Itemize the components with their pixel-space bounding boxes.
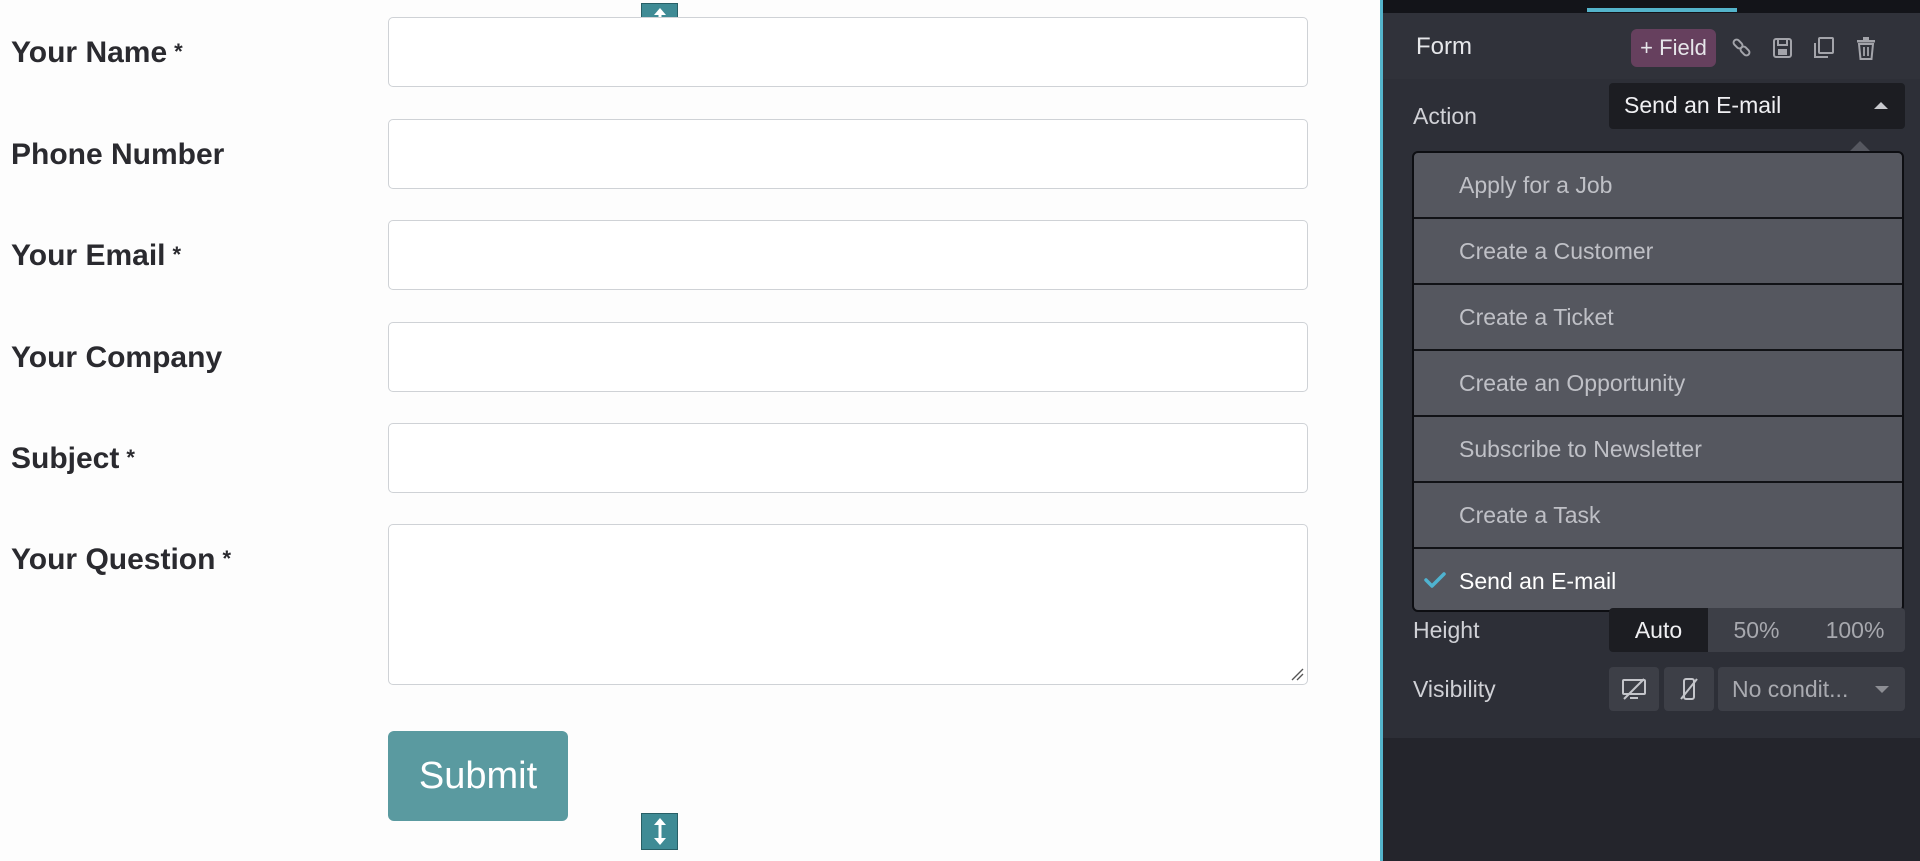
active-tab-indicator (1587, 8, 1737, 12)
visibility-condition-select[interactable]: No condit... (1718, 667, 1905, 711)
trash-icon[interactable] (1852, 35, 1880, 61)
company-input[interactable] (388, 322, 1308, 392)
action-label: Action (1413, 103, 1477, 129)
subject-input[interactable] (388, 423, 1308, 493)
section-title: Form (1416, 33, 1472, 60)
action-dropdown-menu: Apply for a Job Create a Customer Create… (1412, 151, 1904, 612)
field-label: Your Company (11, 341, 223, 374)
chevron-up-icon (1874, 102, 1888, 109)
required-asterisk: * (174, 39, 183, 64)
email-input[interactable] (388, 220, 1308, 290)
dropdown-option-create-an-opportunity[interactable]: Create an Opportunity (1414, 351, 1902, 417)
visibility-label: Visibility (1413, 676, 1496, 702)
vertical-resize-arrow-icon (653, 818, 666, 845)
height-option-100[interactable]: 100% (1805, 608, 1905, 652)
duplicate-icon[interactable] (1810, 35, 1838, 61)
dropdown-option-subscribe-to-newsletter[interactable]: Subscribe to Newsletter (1414, 417, 1902, 483)
save-icon[interactable] (1768, 35, 1796, 61)
field-label: Your Question * (11, 543, 232, 576)
required-asterisk: * (172, 242, 182, 267)
hide-on-desktop-button[interactable] (1609, 667, 1659, 711)
bottom-resize-handle[interactable] (641, 813, 678, 850)
editor-sidebar: Form + Field Action Send an E-mail Apply… (1380, 0, 1920, 861)
field-label: Subject * (11, 442, 135, 475)
visibility-condition-value: No condit... (1732, 676, 1849, 702)
sidebar-tab-strip (1383, 0, 1920, 13)
field-label: Your Email * (11, 239, 182, 272)
action-select[interactable]: Send an E-mail (1609, 83, 1905, 129)
phone-input[interactable] (388, 119, 1308, 189)
dropdown-option-create-a-task[interactable]: Create a Task (1414, 483, 1902, 549)
height-option-50[interactable]: 50% (1708, 608, 1805, 652)
form-section-header: Form + Field (1383, 13, 1920, 79)
checkmark-icon (1424, 572, 1446, 588)
dropdown-option-send-an-email[interactable]: Send an E-mail (1414, 549, 1902, 610)
height-option-auto[interactable]: Auto (1609, 608, 1708, 652)
dropdown-option-apply-for-a-job[interactable]: Apply for a Job (1414, 153, 1902, 219)
height-label: Height (1413, 617, 1480, 643)
hide-on-mobile-button[interactable] (1664, 667, 1714, 711)
submit-button[interactable]: Submit (388, 731, 568, 821)
dropdown-option-create-a-customer[interactable]: Create a Customer (1414, 219, 1902, 285)
desktop-hidden-icon (1622, 678, 1646, 700)
name-input[interactable] (388, 17, 1308, 87)
resize-grip-icon[interactable] (1290, 667, 1304, 681)
required-asterisk: * (126, 445, 135, 470)
form-canvas: Your Name * Phone Number Your Email * Your… (0, 0, 1380, 861)
question-textarea[interactable] (388, 524, 1308, 685)
required-asterisk: * (222, 546, 232, 571)
mobile-hidden-icon (1680, 678, 1698, 700)
field-label: Your Name * (11, 36, 183, 69)
dropdown-option-create-a-ticket[interactable]: Create a Ticket (1414, 285, 1902, 351)
action-selected-value: Send an E-mail (1624, 92, 1782, 118)
field-label: Phone Number (11, 138, 225, 171)
link-icon[interactable] (1728, 35, 1756, 61)
chevron-down-icon (1875, 686, 1889, 693)
add-field-button[interactable]: + Field (1631, 29, 1716, 67)
